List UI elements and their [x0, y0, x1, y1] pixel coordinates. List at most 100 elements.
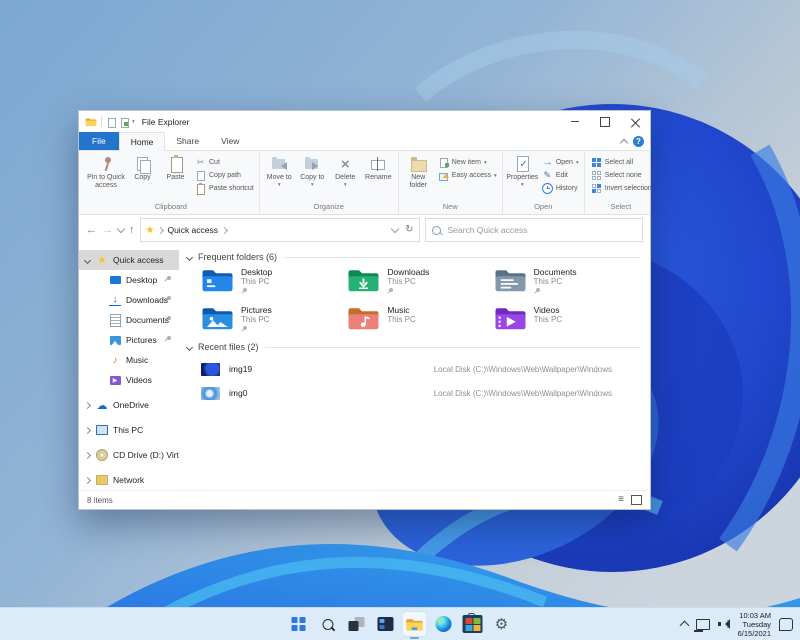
folder-tile-desktop[interactable]: Desktop This PC — [201, 267, 347, 296]
taskbar-search-button[interactable] — [315, 611, 341, 637]
section-frequent-folders[interactable]: Frequent folders (6) — [185, 252, 640, 262]
breadcrumb-location[interactable]: Quick access — [167, 225, 218, 235]
select-all-button[interactable]: Select all — [591, 157, 652, 168]
file-explorer-taskbar-button[interactable] — [401, 611, 428, 637]
move-to-button[interactable]: Move to ▾ — [263, 152, 296, 188]
volume-icon[interactable] — [717, 619, 730, 629]
task-view-button[interactable] — [344, 611, 370, 637]
items-view: Frequent folders (6) Desktop This PC Dow… — [179, 244, 650, 491]
sidebar-item-onedrive[interactable]: ☁ OneDrive — [79, 395, 179, 415]
sidebar-item-videos[interactable]: ▶ Videos — [79, 370, 179, 390]
settings-button[interactable]: ⚙ — [489, 611, 515, 637]
taskbar-clock[interactable]: 10:03 AM Tuesday 6/15/2021 — [738, 611, 771, 638]
chevron-right-icon[interactable] — [83, 401, 92, 409]
edge-button[interactable] — [431, 611, 457, 637]
sidebar-item-music[interactable]: ♪ Music — [79, 350, 179, 370]
chevron-down-icon[interactable] — [185, 253, 194, 261]
sidebar-item-cd-drive[interactable]: CD Drive (D:) Virtuall — [79, 445, 179, 465]
minimize-button[interactable] — [560, 111, 590, 132]
clock-day: Tuesday — [742, 619, 772, 629]
sidebar-item-network[interactable]: Network — [79, 470, 179, 490]
search-icon — [431, 225, 441, 235]
qat-new-folder-icon[interactable] — [119, 117, 129, 128]
close-button[interactable] — [620, 111, 650, 132]
tab-home[interactable]: Home — [118, 132, 166, 151]
details-view-icon[interactable]: ≡ — [618, 495, 624, 505]
paste-shortcut-button[interactable]: Paste shortcut — [195, 183, 254, 195]
select-none-button[interactable]: Select none — [591, 170, 652, 181]
notification-center-icon[interactable] — [779, 617, 793, 631]
easy-access-button[interactable]: Easy access ▾ — [438, 170, 497, 181]
edit-button[interactable]: ✎ Edit — [542, 170, 579, 181]
tab-file[interactable]: File — [79, 132, 119, 150]
music-icon: ♪ — [112, 354, 118, 366]
recent-file-row[interactable]: img0 Local Disk (C:)\Windows\Web\Wallpap… — [201, 381, 640, 405]
cut-button[interactable]: ✂ Cut — [195, 157, 254, 168]
sidebar-item-pictures[interactable]: Pictures — [79, 330, 179, 350]
taskbar: ⚙ 10:03 AM Tuesday 6/15/2021 — [0, 607, 800, 640]
invert-selection-button[interactable]: Invert selection — [591, 183, 652, 194]
sidebar-item-this-pc[interactable]: This PC — [79, 420, 179, 440]
network-icon[interactable] — [693, 618, 710, 632]
minimize-ribbon-icon[interactable] — [619, 138, 629, 147]
sidebar-item-downloads[interactable]: ↓ Downloads — [79, 290, 179, 310]
large-icons-view-icon[interactable] — [631, 495, 642, 505]
copy-to-button[interactable]: Copy to ▾ — [296, 152, 329, 188]
copy-to-icon — [302, 155, 322, 173]
chevron-right-icon[interactable] — [83, 451, 92, 459]
address-dropdown-icon[interactable] — [390, 224, 400, 234]
rename-icon — [368, 155, 388, 173]
tab-share[interactable]: Share — [165, 132, 210, 150]
qat-customize-icon[interactable]: ▾ — [132, 119, 135, 125]
folder-tile-downloads[interactable]: Downloads This PC — [347, 267, 493, 296]
help-icon[interactable]: ? — [633, 135, 644, 147]
hidden-icons-chevron[interactable] — [679, 620, 690, 631]
recent-file-row[interactable]: img19 Local Disk (C:)\Windows\Web\Wallpa… — [201, 357, 640, 381]
store-button[interactable] — [460, 611, 486, 637]
ribbon: Pin to Quick access Copy Paste ✂ Cut Cop… — [79, 151, 652, 215]
widgets-icon — [377, 617, 394, 631]
chevron-right-icon[interactable] — [83, 426, 92, 434]
pin-icon — [387, 288, 395, 296]
forward-icon[interactable]: → — [102, 224, 113, 236]
chevron-down-icon[interactable] — [83, 256, 92, 264]
pin-to-quick-access-button[interactable]: Pin to Quick access — [86, 152, 126, 190]
search-input[interactable] — [445, 224, 636, 236]
paste-button[interactable]: Paste — [159, 152, 192, 182]
new-item-button[interactable]: New item ▾ — [438, 157, 497, 168]
rename-button[interactable]: Rename — [362, 152, 395, 182]
pin-icon — [164, 336, 172, 344]
folder-tile-documents[interactable]: Documents This PC — [494, 267, 640, 296]
start-button[interactable] — [286, 611, 312, 637]
maximize-button[interactable] — [590, 111, 620, 132]
refresh-icon[interactable]: ↻ — [405, 225, 413, 235]
tab-view[interactable]: View — [210, 132, 250, 150]
copy-button[interactable]: Copy — [126, 152, 159, 182]
videos-folder-icon — [495, 308, 526, 330]
documents-icon — [109, 313, 121, 327]
folder-tile-videos[interactable]: Videos This PC — [494, 305, 640, 334]
history-button[interactable]: History — [541, 183, 579, 194]
folder-tile-pictures[interactable]: Pictures This PC — [201, 305, 347, 334]
copy-path-button[interactable]: Copy path — [195, 170, 254, 181]
recent-locations-icon[interactable] — [116, 224, 126, 234]
widgets-button[interactable] — [373, 611, 399, 637]
chevron-down-icon[interactable] — [185, 343, 194, 351]
group-label: Clipboard — [154, 202, 187, 211]
up-icon[interactable]: ↑ — [129, 224, 135, 236]
properties-button[interactable]: ✓ Properties ▾ — [506, 152, 539, 188]
new-folder-button[interactable]: New folder — [402, 152, 435, 190]
maximize-icon — [600, 116, 610, 127]
sidebar-item-documents[interactable]: Documents — [79, 310, 179, 330]
back-icon[interactable]: ← — [86, 224, 97, 236]
breadcrumb[interactable]: ★ Quick access ↻ — [139, 218, 420, 242]
delete-button[interactable]: × Delete ▾ — [329, 152, 362, 189]
sidebar-item-desktop[interactable]: Desktop — [79, 270, 179, 290]
open-button[interactable]: → Open ▾ — [542, 157, 578, 168]
sidebar-item-quick-access[interactable]: ★ Quick access — [79, 250, 179, 270]
chevron-right-icon[interactable] — [83, 476, 92, 484]
qat-properties-icon[interactable] — [106, 117, 116, 128]
folder-tile-music[interactable]: Music This PC — [347, 305, 493, 334]
section-recent-files[interactable]: Recent files (2) — [185, 342, 640, 352]
desktop: ▾ File Explorer File Home Share View ? P… — [0, 0, 800, 640]
